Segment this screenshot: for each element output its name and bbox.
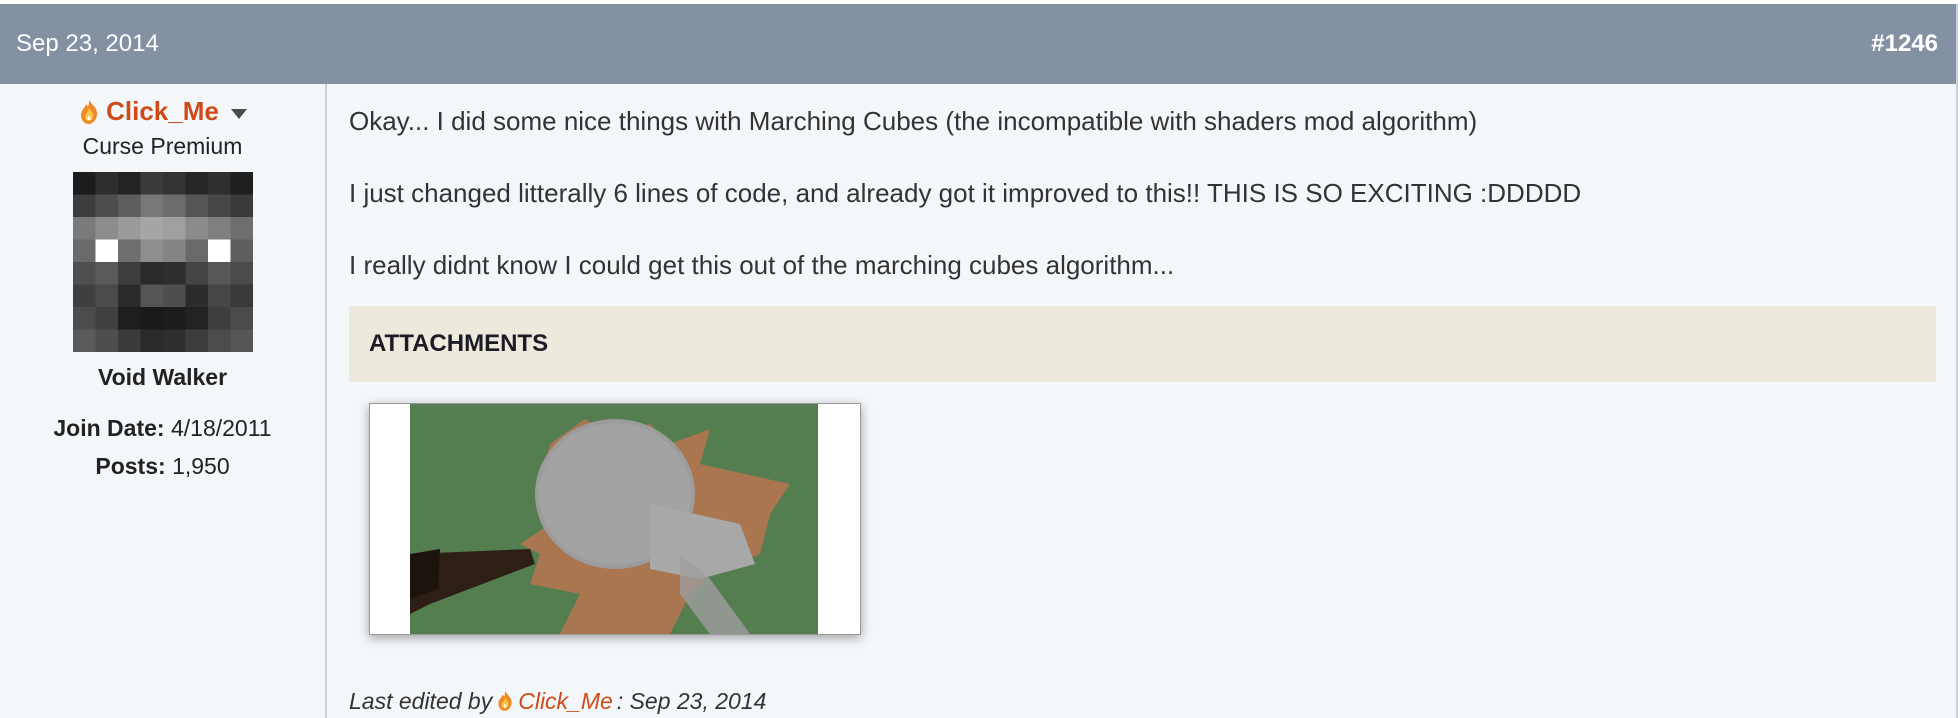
posts-label: Posts: xyxy=(95,453,166,479)
post-body: Click_Me Curse Premium Void Walker Join … xyxy=(0,84,1956,718)
username-row[interactable]: Click_Me xyxy=(0,96,325,127)
user-stats: Join Date: 4/18/2011 Posts: 1,950 xyxy=(0,409,325,485)
join-date-value: 4/18/2011 xyxy=(170,415,272,441)
attachments-header: ATTACHMENTS xyxy=(349,306,1936,382)
last-edited-line: Last edited by Click_Me: Sep 23, 2014 xyxy=(349,684,766,718)
edited-date: : Sep 23, 2014 xyxy=(616,687,767,714)
post-permalink[interactable]: #1246 xyxy=(1871,30,1938,58)
join-date-label: Join Date: xyxy=(53,415,165,441)
post-date: Sep 23, 2014 xyxy=(16,30,159,57)
user-info-panel: Click_Me Curse Premium Void Walker Join … xyxy=(0,84,327,718)
edited-prefix: Last edited by xyxy=(349,687,493,714)
message-line: Okay... I did some nice things with Marc… xyxy=(349,106,1478,136)
post-content: Okay... I did some nice things with Marc… xyxy=(327,84,1956,718)
attachment-thumbnail[interactable] xyxy=(369,403,861,635)
flame-icon xyxy=(498,691,512,711)
editor-link[interactable]: Click_Me xyxy=(518,688,613,715)
post-header: Sep 23, 2014 #1246 xyxy=(0,4,1956,84)
join-date-row: Join Date: 4/18/2011 xyxy=(0,409,325,447)
avatar[interactable] xyxy=(72,172,253,352)
posts-value: 1,950 xyxy=(172,453,230,479)
user-rank: Void Walker xyxy=(97,364,228,390)
username-link[interactable]: Click_Me xyxy=(106,96,219,127)
posts-row: Posts: 1,950 xyxy=(0,447,325,485)
flame-icon xyxy=(81,99,98,124)
chevron-down-icon[interactable] xyxy=(230,108,247,119)
user-title: Curse Premium xyxy=(82,133,243,159)
forum-post: Sep 23, 2014 #1246 Click_Me Curse Premiu… xyxy=(0,4,1958,718)
attachment-image xyxy=(410,404,818,634)
message-line: I just changed litterally 6 lines of cod… xyxy=(349,178,1582,208)
message-line: I really didnt know I could get this out… xyxy=(349,250,1175,280)
attachments-title: ATTACHMENTS xyxy=(369,330,549,357)
